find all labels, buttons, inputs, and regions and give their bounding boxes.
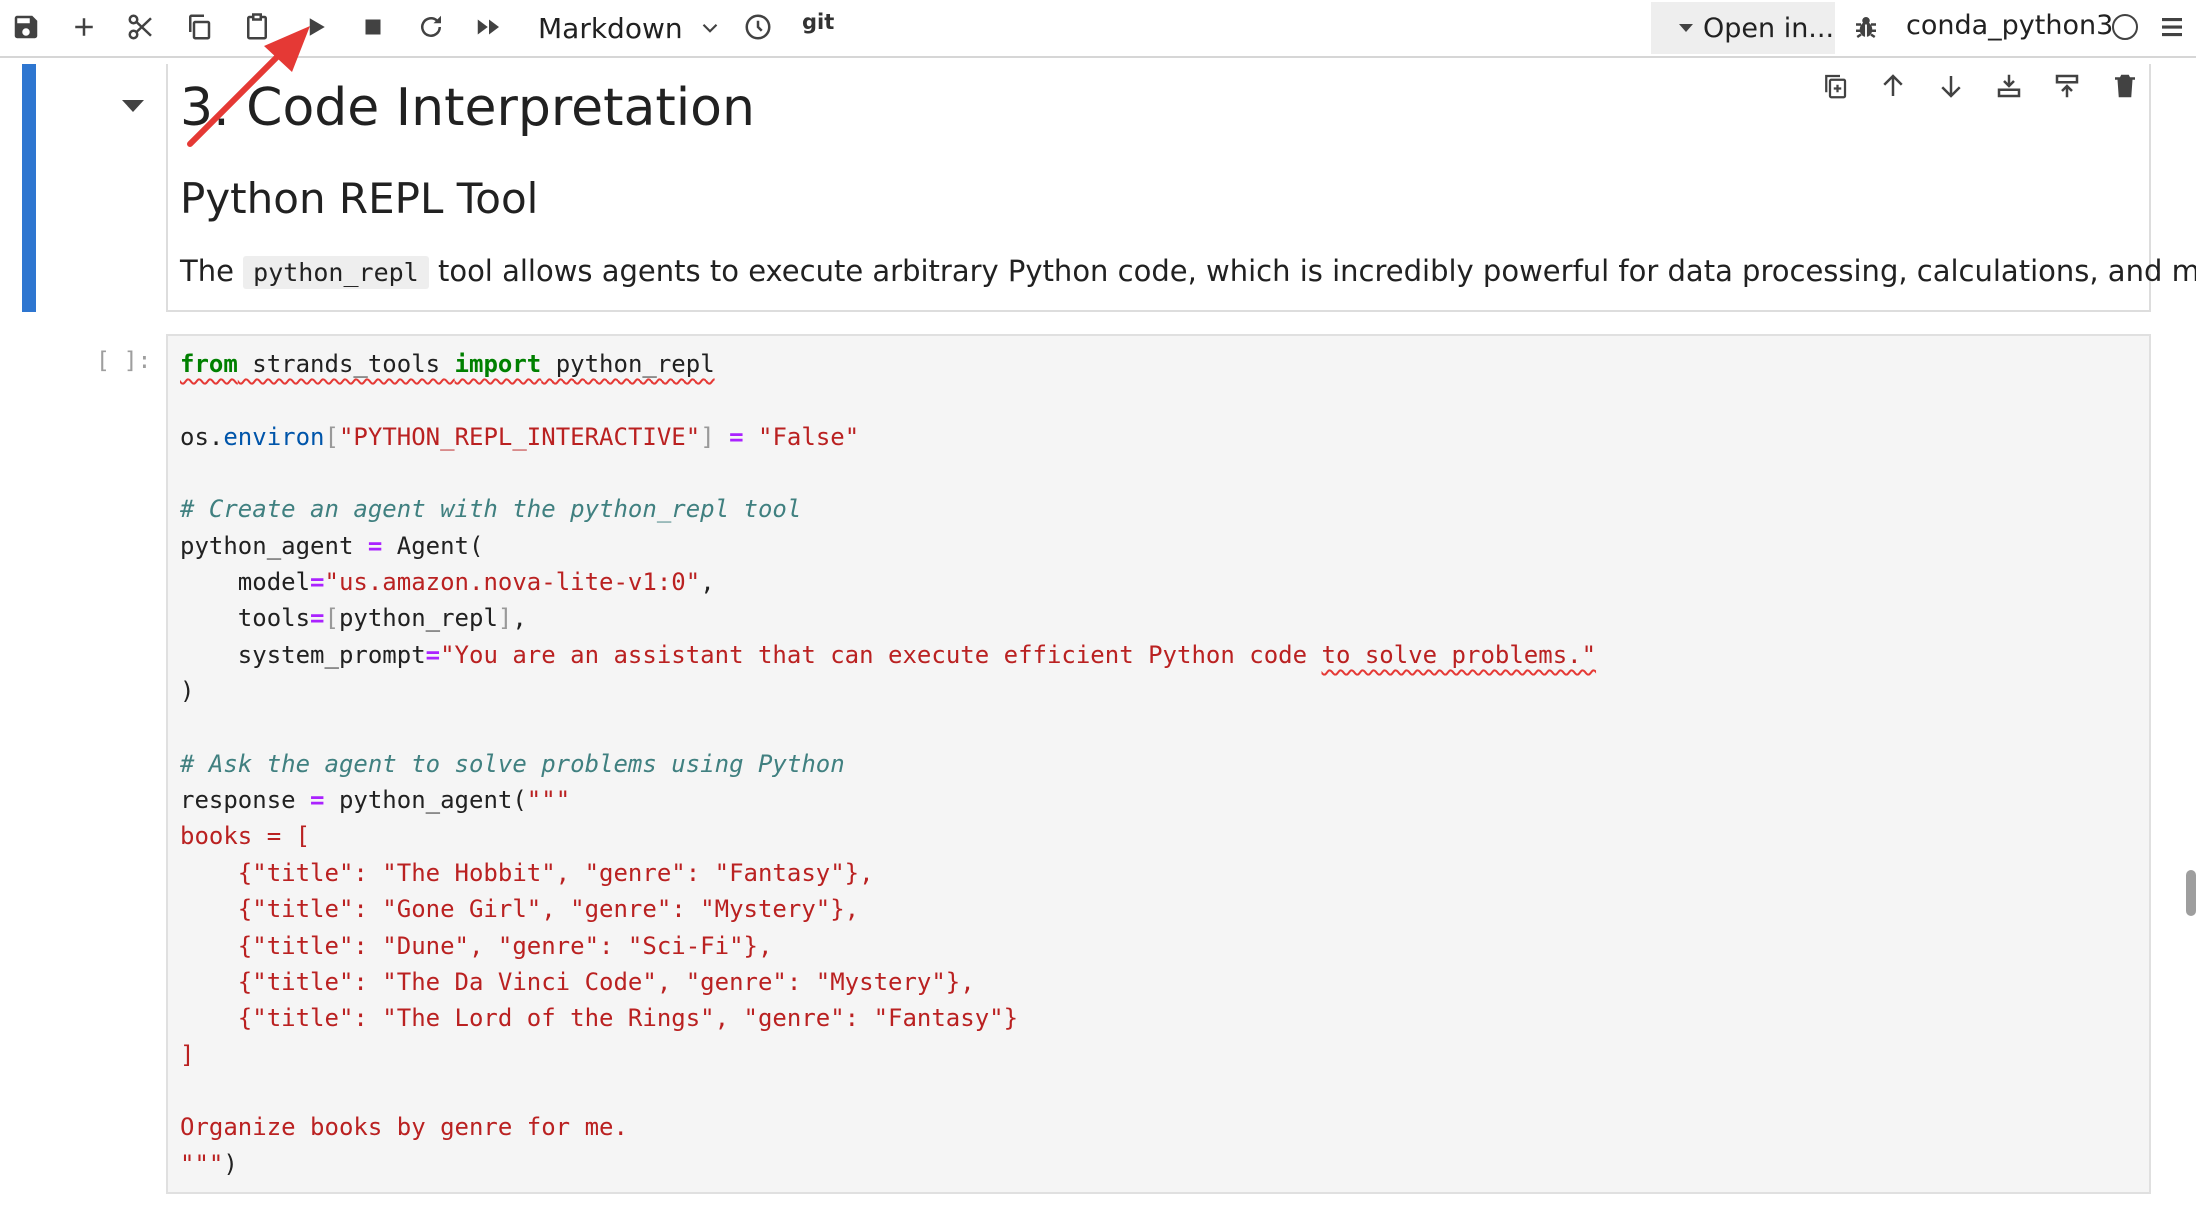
cell-type-label: Markdown xyxy=(538,11,683,45)
restart-kernel-button[interactable] xyxy=(409,5,453,49)
code-line-14: books = [ xyxy=(180,822,311,851)
clock-icon xyxy=(745,14,771,40)
menu-icon xyxy=(2162,17,2182,37)
split-cell-icon xyxy=(2055,74,2079,98)
code-editor-text[interactable]: from strands_tools import python_repl os… xyxy=(180,346,1596,1182)
code-line-7: model="us.amazon.nova-lite-v1:0", xyxy=(180,568,715,597)
code-line-15: {"title": "The Hobbit", "genre": "Fantas… xyxy=(180,858,874,887)
save-button[interactable] xyxy=(4,5,48,49)
move-cell-down-button[interactable] xyxy=(1922,64,1980,108)
save-icon xyxy=(14,15,38,39)
code-line-13: response = python_agent(""" xyxy=(180,786,571,815)
code-line-9: system_prompt="You are an assistant that… xyxy=(180,640,1597,669)
code-line-20: ] xyxy=(180,1040,195,1069)
run-all-button[interactable] xyxy=(467,5,511,49)
kernel-name[interactable]: conda_python3 xyxy=(1906,10,2113,41)
paragraph-text-after: tool allows agents to execute arbitrary … xyxy=(437,254,2196,288)
chevron-down-icon xyxy=(702,23,717,33)
run-all-icon xyxy=(477,19,499,35)
add-cell-icon xyxy=(75,18,93,36)
code-line-18: {"title": "The Da Vinci Code", "genre": … xyxy=(180,967,975,996)
inline-code: python_repl xyxy=(243,256,429,289)
code-line-17: {"title": "Dune", "genre": "Sci-Fi"}, xyxy=(180,931,773,960)
git-button[interactable]: git xyxy=(802,10,834,34)
notebook-toolbar: Markdown git Open in... conda_python3 xyxy=(0,0,2196,58)
annotation-arrow-icon xyxy=(187,26,310,147)
duplicate-cell-button[interactable] xyxy=(1806,64,1864,108)
caret-down-icon xyxy=(1679,24,1693,32)
kernel-status-icon xyxy=(2112,14,2138,40)
clock-button[interactable] xyxy=(736,5,780,49)
open-in-label: Open in... xyxy=(1703,12,1835,44)
scrollbar-thumb[interactable] xyxy=(2186,870,2196,916)
code-line-6: python_agent = Agent( xyxy=(180,531,484,560)
bug-icon xyxy=(1856,17,1876,39)
open-in-button[interactable]: Open in... xyxy=(1651,2,1835,54)
add-cell-button[interactable] xyxy=(62,5,106,49)
execution-count-prompt: [ ]: xyxy=(96,348,152,374)
move-up-icon xyxy=(1883,74,1903,96)
code-line-23: """) xyxy=(180,1149,238,1178)
move-cell-up-button[interactable] xyxy=(1864,64,1922,108)
cut-icon xyxy=(128,14,152,40)
code-line-1: from strands_tools import python_repl xyxy=(180,350,715,378)
code-line-16: {"title": "Gone Girl", "genre": "Mystery… xyxy=(180,895,860,924)
collapse-heading-caret-icon[interactable] xyxy=(122,100,144,112)
cell-type-dropdown[interactable]: Markdown xyxy=(538,6,723,50)
delete-cell-icon xyxy=(2115,74,2135,98)
move-down-icon xyxy=(1941,76,1961,98)
restart-icon xyxy=(421,15,441,37)
heading-python-repl-tool: Python REPL Tool xyxy=(180,174,539,223)
duplicate-cell-icon xyxy=(1825,74,1847,99)
code-line-10: ) xyxy=(180,677,195,706)
code-line-3: os.environ["PYTHON_REPL_INTERACTIVE"] = … xyxy=(180,422,860,451)
insert-cell-above-button[interactable] xyxy=(2038,64,2096,108)
menu-button[interactable] xyxy=(2150,5,2194,49)
debugger-button[interactable] xyxy=(1844,5,1888,49)
active-cell-indicator xyxy=(22,64,36,312)
paragraph-text-before: The xyxy=(180,254,234,288)
code-line-19: {"title": "The Lord of the Rings", "genr… xyxy=(180,1004,1019,1033)
cut-button[interactable] xyxy=(119,5,163,49)
stop-icon xyxy=(365,19,381,35)
code-comment-create-agent: # Create an agent with the python_repl t… xyxy=(180,495,802,524)
code-comment-ask-agent: # Ask the agent to solve problems using … xyxy=(180,749,845,778)
interrupt-kernel-button[interactable] xyxy=(351,5,395,49)
markdown-paragraph: The python_repl tool allows agents to ex… xyxy=(180,254,2196,289)
cell-toolbar xyxy=(1806,64,2154,108)
insert-below-icon xyxy=(1997,74,2021,98)
delete-cell-button[interactable] xyxy=(2096,64,2154,108)
code-line-8: tools=[python_repl], xyxy=(180,604,527,633)
code-line-22: Organize books by genre for me. xyxy=(180,1113,628,1142)
insert-cell-below-button[interactable] xyxy=(1980,64,2038,108)
code-cell-editor[interactable]: from strands_tools import python_repl os… xyxy=(166,334,2151,1194)
